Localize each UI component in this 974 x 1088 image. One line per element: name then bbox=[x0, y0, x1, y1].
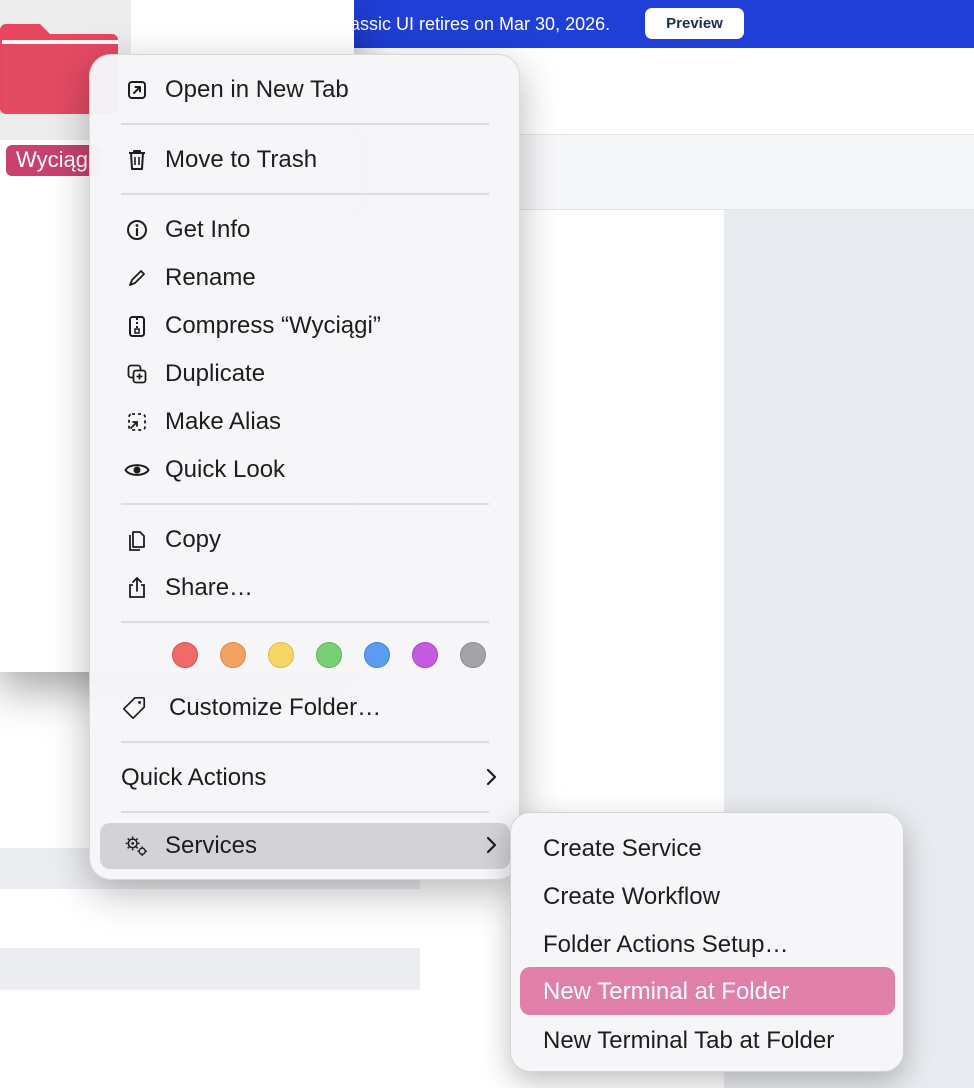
menu-item-label: Share… bbox=[165, 574, 254, 601]
folder-name-label[interactable]: Wyciąg bbox=[6, 145, 100, 176]
announcement-banner: assic UI retires on Mar 30, 2026. Previe… bbox=[330, 0, 974, 48]
services-submenu: Create Service Create Workflow Folder Ac… bbox=[510, 812, 904, 1072]
menu-item-open-new-tab[interactable]: Open in New Tab bbox=[100, 67, 510, 111]
tag-orange-dot[interactable] bbox=[220, 642, 246, 668]
menu-item-compress[interactable]: Compress “Wyciągi” bbox=[100, 303, 510, 347]
share-icon bbox=[124, 575, 150, 601]
tag-blue-dot[interactable] bbox=[364, 642, 390, 668]
menu-separator bbox=[121, 503, 489, 505]
open-in-new-tab-icon bbox=[124, 77, 150, 103]
submenu-item-create-service[interactable]: Create Service bbox=[520, 825, 895, 871]
pencil-icon bbox=[124, 265, 150, 291]
menu-separator bbox=[121, 621, 489, 623]
menu-separator bbox=[121, 193, 489, 195]
chevron-right-icon bbox=[486, 768, 497, 786]
menu-item-rename[interactable]: Rename bbox=[100, 255, 510, 299]
copy-icon bbox=[124, 527, 150, 553]
submenu-item-create-workflow[interactable]: Create Workflow bbox=[520, 873, 895, 919]
context-menu: Open in New Tab Move to Trash Get Info R… bbox=[89, 54, 520, 880]
menu-item-label: Quick Actions bbox=[121, 764, 267, 791]
chevron-right-icon bbox=[486, 836, 497, 854]
gears-icon bbox=[124, 833, 150, 859]
screen: assic UI retires on Mar 30, 2026. Previe… bbox=[0, 0, 974, 1088]
menu-separator bbox=[121, 123, 489, 125]
menu-item-label: Compress “Wyciągi” bbox=[165, 312, 381, 339]
submenu-item-label: New Terminal Tab at Folder bbox=[543, 1027, 835, 1054]
menu-item-quick-look[interactable]: Quick Look bbox=[100, 447, 510, 491]
menu-item-customize-folder[interactable]: Customize Folder… bbox=[100, 685, 510, 729]
menu-item-label: Open in New Tab bbox=[165, 76, 349, 103]
menu-item-label: Duplicate bbox=[165, 360, 266, 387]
menu-item-label: Customize Folder… bbox=[169, 694, 382, 721]
menu-item-make-alias[interactable]: Make Alias bbox=[100, 399, 510, 443]
menu-separator bbox=[121, 811, 489, 813]
menu-item-duplicate[interactable]: Duplicate bbox=[100, 351, 510, 395]
tag-red-dot[interactable] bbox=[172, 642, 198, 668]
menu-item-label: Copy bbox=[165, 526, 222, 553]
submenu-item-folder-actions-setup[interactable]: Folder Actions Setup… bbox=[520, 921, 895, 967]
menu-separator bbox=[121, 741, 489, 743]
menu-item-copy[interactable]: Copy bbox=[100, 517, 510, 561]
submenu-item-new-terminal-tab-at-folder[interactable]: New Terminal Tab at Folder bbox=[520, 1017, 895, 1063]
menu-item-get-info[interactable]: Get Info bbox=[100, 207, 510, 251]
tag-green-dot[interactable] bbox=[316, 642, 342, 668]
menu-item-services[interactable]: Services bbox=[100, 823, 510, 869]
menu-item-label: Get Info bbox=[165, 216, 251, 243]
trash-icon bbox=[124, 147, 150, 173]
tag-gray-dot[interactable] bbox=[460, 642, 486, 668]
submenu-item-new-terminal-at-folder[interactable]: New Terminal at Folder bbox=[520, 967, 895, 1015]
page-list-row bbox=[0, 948, 420, 990]
menu-item-label: Rename bbox=[165, 264, 256, 291]
duplicate-icon bbox=[124, 361, 150, 387]
archive-icon bbox=[124, 313, 150, 339]
menu-item-label: Make Alias bbox=[165, 408, 282, 435]
menu-item-move-to-trash[interactable]: Move to Trash bbox=[100, 137, 510, 181]
menu-item-quick-actions[interactable]: Quick Actions bbox=[100, 755, 510, 799]
submenu-item-label: New Terminal at Folder bbox=[543, 978, 790, 1005]
tag-yellow-dot[interactable] bbox=[268, 642, 294, 668]
info-icon bbox=[124, 217, 150, 243]
menu-item-label: Quick Look bbox=[165, 456, 286, 483]
submenu-item-label: Create Service bbox=[543, 835, 702, 862]
submenu-item-label: Folder Actions Setup… bbox=[543, 931, 789, 958]
eye-icon bbox=[124, 457, 150, 483]
alias-icon bbox=[124, 409, 150, 435]
menu-item-label: Move to Trash bbox=[165, 146, 318, 173]
submenu-item-label: Create Workflow bbox=[543, 883, 720, 910]
color-tags-row bbox=[172, 642, 492, 672]
tag-purple-dot[interactable] bbox=[412, 642, 438, 668]
preview-button[interactable]: Preview bbox=[645, 8, 744, 39]
menu-item-share[interactable]: Share… bbox=[100, 565, 510, 609]
tag-icon bbox=[121, 695, 147, 721]
banner-text: assic UI retires on Mar 30, 2026. bbox=[350, 14, 611, 34]
menu-item-label: Services bbox=[165, 832, 258, 859]
